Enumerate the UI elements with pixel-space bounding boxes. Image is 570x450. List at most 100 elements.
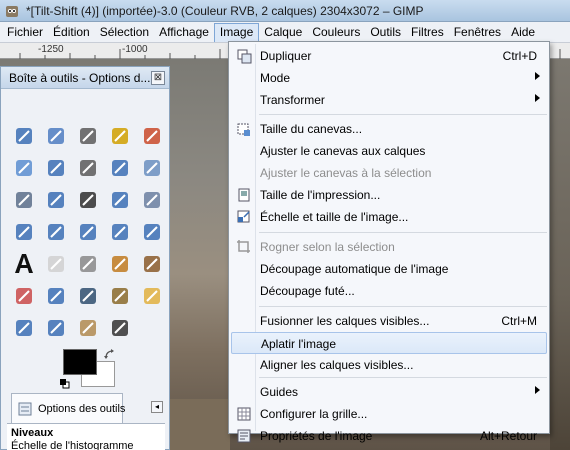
menubar: Fichier Édition Sélection Affichage Imag… (0, 22, 570, 43)
tab-menu-button[interactable]: ◂ (151, 401, 163, 413)
toolbox-titlebar[interactable]: Boîte à outils - Options d... ⊠ (1, 67, 169, 89)
scale-icon[interactable] (11, 219, 37, 245)
menu-edition[interactable]: Édition (48, 23, 95, 42)
menu-item-ajuster-le-canevas-a-la-selection: Ajuster le canevas à la sélection (231, 162, 547, 184)
dodge-burn-icon[interactable] (107, 315, 133, 341)
photo-fragment (550, 59, 570, 450)
tool-options-icon (18, 402, 32, 416)
menu-item-aligner-les-calques-visibles[interactable]: Aligner les calques visibles... (231, 354, 547, 376)
menu-item-ajuster-le-canevas-aux-calques[interactable]: Ajuster le canevas aux calques (231, 140, 547, 162)
photo-fragment (170, 399, 230, 450)
blend-icon[interactable] (75, 251, 101, 277)
close-icon[interactable]: ⊠ (151, 71, 165, 85)
eraser-icon[interactable] (11, 283, 37, 309)
smudge-icon[interactable] (75, 315, 101, 341)
menu-item-label: Ajuster le canevas à la sélection (260, 166, 432, 180)
flip-icon[interactable] (107, 219, 133, 245)
menu-item-label: Taille de l'impression... (260, 188, 381, 202)
menu-calque[interactable]: Calque (259, 23, 307, 42)
scale-image-icon (237, 210, 250, 223)
lasso-icon[interactable] (75, 123, 101, 149)
perspective-icon[interactable] (75, 219, 101, 245)
menu-item-fusionner-les-calques-visibles[interactable]: Fusionner les calques visibles... Ctrl+M (231, 310, 547, 332)
submenu-arrow-icon (535, 94, 540, 102)
menu-item-label: Configurer la grille... (260, 407, 368, 421)
window-title: *[Tilt-Shift (4)] (importée)-3.0 (Couleu… (26, 4, 424, 18)
menu-aide[interactable]: Aide (506, 23, 540, 42)
ruler-label: -1000 (122, 44, 148, 55)
duplicate-icon (237, 49, 252, 64)
align-icon[interactable] (75, 187, 101, 213)
rect-select-icon[interactable] (11, 123, 37, 149)
menu-item-proprietes-de-l-image[interactable]: Propriétés de l'image Alt+Retour (231, 425, 547, 447)
select-by-color-icon[interactable] (139, 123, 165, 149)
menu-item-echelle-et-taille-de-l-image[interactable]: Échelle et taille de l'image... (231, 206, 547, 228)
menu-item-taille-du-canevas[interactable]: Taille du canevas... (231, 118, 547, 140)
menu-item-decoupage-fute[interactable]: Découpage futé... (231, 280, 547, 302)
menu-filtres[interactable]: Filtres (406, 23, 449, 42)
tab-tool-options[interactable]: Options des outils (11, 393, 126, 423)
ellipse-select-icon[interactable] (43, 123, 69, 149)
menu-item-taille-de-l-impression[interactable]: Taille de l'impression... (231, 184, 547, 206)
crop-to-selection-icon (237, 240, 250, 253)
clone-icon[interactable] (107, 283, 133, 309)
print-size-icon (238, 188, 250, 202)
menu-outils[interactable]: Outils (365, 23, 406, 42)
menu-item-shortcut: Ctrl+D (502, 49, 537, 63)
paintbrush-icon[interactable] (139, 251, 165, 277)
menu-affichage[interactable]: Affichage (154, 23, 214, 42)
image-menu-dropdown: Dupliquer Ctrl+D Mode Transformer Taille du … (228, 41, 550, 443)
bucket-fill-icon[interactable] (43, 251, 69, 277)
foreground-color-swatch[interactable] (63, 349, 97, 375)
text-icon[interactable] (11, 251, 37, 277)
zoom-icon[interactable] (139, 155, 165, 181)
gimp-app-icon (6, 6, 18, 17)
histogram-scale-label: Échelle de l'histogramme (11, 440, 134, 450)
swap-colors-icon[interactable] (104, 349, 116, 361)
perspective-clone-icon[interactable] (11, 315, 37, 341)
menu-item-label: Fusionner les calques visibles... (260, 314, 430, 328)
rotate-icon[interactable] (139, 187, 165, 213)
crop-icon[interactable] (107, 187, 133, 213)
shear-icon[interactable] (43, 219, 69, 245)
heal-icon[interactable] (139, 283, 165, 309)
paths-icon[interactable] (75, 155, 101, 181)
menu-item-label: Dupliquer (260, 49, 312, 63)
menu-separator (259, 306, 547, 307)
color-picker-icon[interactable] (107, 155, 133, 181)
menu-item-guides[interactable]: Guides (231, 381, 547, 403)
menu-item-aplatir-l-image[interactable]: Aplatir l'image (231, 332, 547, 354)
blur-icon[interactable] (43, 315, 69, 341)
menu-item-configurer-la-grille[interactable]: Configurer la grille... (231, 403, 547, 425)
menu-selection[interactable]: Sélection (95, 23, 154, 42)
menu-image[interactable]: Image (213, 22, 260, 42)
airbrush-icon[interactable] (43, 283, 69, 309)
submenu-arrow-icon (535, 386, 540, 394)
menu-item-label: Ajuster le canevas aux calques (260, 144, 426, 158)
menu-fenetres[interactable]: Fenêtres (449, 23, 506, 42)
ink-icon[interactable] (75, 283, 101, 309)
magic-wand-icon[interactable] (107, 123, 133, 149)
menu-item-decoupage-automatique-de-l-image[interactable]: Découpage automatique de l'image (231, 258, 547, 280)
grid-icon (237, 407, 251, 421)
scissors-icon[interactable] (11, 155, 37, 181)
tab-tool-options-label: Options des outils (38, 403, 126, 415)
menu-item-dupliquer[interactable]: Dupliquer Ctrl+D (231, 45, 547, 67)
menu-couleurs[interactable]: Couleurs (307, 23, 365, 42)
pencil-icon[interactable] (107, 251, 133, 277)
menu-item-label: Découpage futé... (260, 284, 355, 298)
menu-item-label: Mode (260, 71, 291, 85)
menu-fichier[interactable]: Fichier (2, 23, 48, 42)
menu-separator (259, 377, 547, 378)
default-colors-icon[interactable] (60, 379, 70, 389)
cage-icon[interactable] (139, 219, 165, 245)
menu-item-label: Échelle et taille de l'image... (260, 210, 409, 224)
foreground-select-icon[interactable] (43, 155, 69, 181)
move-icon[interactable] (43, 187, 69, 213)
menu-item-label: Découpage automatique de l'image (260, 262, 449, 276)
menu-item-label: Aplatir l'image (261, 337, 336, 351)
menu-item-mode[interactable]: Mode (231, 67, 547, 89)
menu-item-transformer[interactable]: Transformer (231, 89, 547, 111)
properties-icon (237, 429, 251, 443)
measure-icon[interactable] (11, 187, 37, 213)
